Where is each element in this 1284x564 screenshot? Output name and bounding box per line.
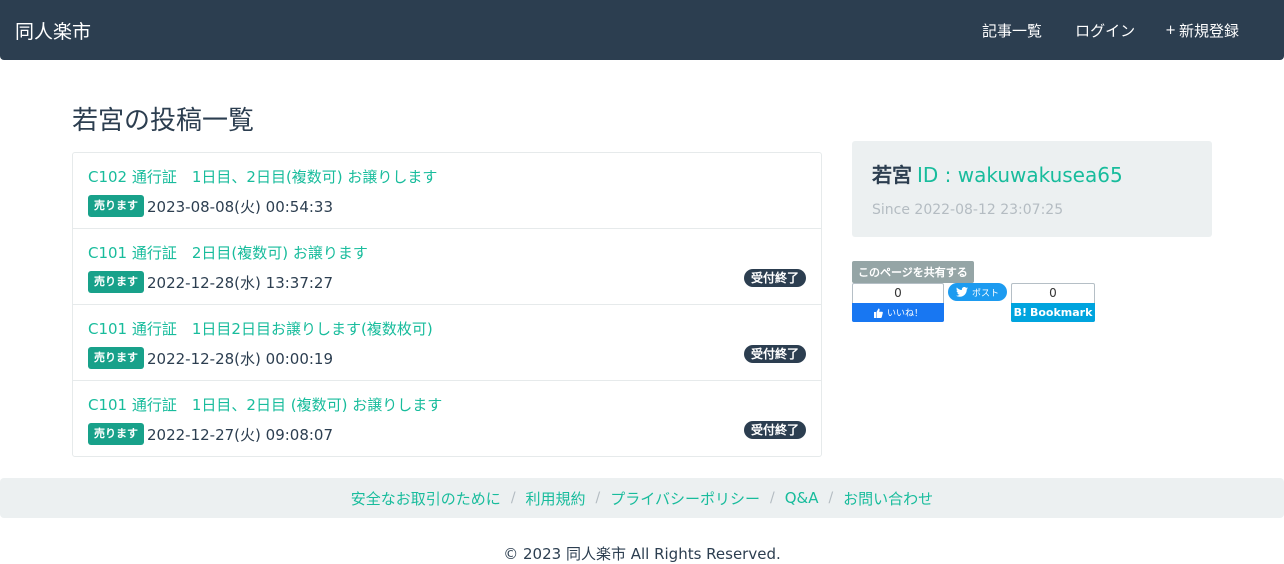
nav-articles-link[interactable]: 記事一覧 — [979, 20, 1042, 41]
nav-articles-label: 記事一覧 — [982, 22, 1043, 40]
hatena-b-icon: B! — [1013, 306, 1027, 319]
sell-badge: 売ります — [88, 347, 144, 369]
post-item: C101 通行証 2日目(複数可) お譲ります 売ります 2022-12-28(… — [73, 229, 821, 305]
sell-badge: 売ります — [88, 423, 144, 445]
post-meta: 売ります 2022-12-28(水) 00:00:19 — [88, 347, 333, 369]
footer-separator: / — [595, 490, 601, 506]
sell-badge: 売ります — [88, 195, 144, 217]
facebook-like-button[interactable]: 0 いいね！ — [852, 283, 944, 322]
brand-logo[interactable]: 同人楽市 — [15, 17, 91, 44]
post-meta: 売ります 2022-12-27(火) 09:08:07 — [88, 423, 333, 445]
profile-card: 若宮 ID : wakuwakusea65 Since 2022-08-12 2… — [852, 141, 1212, 237]
closed-status-badge: 受付終了 — [743, 345, 806, 363]
nav-links: 記事一覧 ログイン + 新規登録 — [979, 20, 1239, 41]
profile-name: 若宮 — [872, 163, 912, 187]
post-date: 2023-08-08(火) 00:54:33 — [147, 197, 334, 216]
share-label: このページを共有する — [852, 261, 974, 283]
page-title: 若宮の投稿一覧 — [72, 106, 255, 136]
post-item: C102 通行証 1日目、2日目(複数可) お譲りします 売ります 2023-0… — [73, 153, 821, 229]
navbar: 同人楽市 記事一覧 ログイン + 新規登録 — [0, 0, 1284, 60]
footer-link-safety[interactable]: 安全なお取引のために — [351, 488, 501, 509]
post-title-link[interactable]: C102 通行証 1日目、2日目(複数可) お譲りします — [88, 166, 437, 187]
nav-register-link[interactable]: + 新規登録 — [1165, 20, 1239, 41]
hatena-bookmark-count: 0 — [1049, 286, 1057, 300]
since-text: Since 2022-08-12 23:07:25 — [872, 202, 1064, 218]
profile-header: 若宮 ID : wakuwakusea65 — [872, 159, 1192, 188]
footer-link-faq[interactable]: Q&A — [785, 489, 819, 507]
post-date: 2022-12-28(水) 13:37:27 — [147, 273, 334, 292]
profile-id: ID : wakuwakusea65 — [917, 163, 1123, 187]
closed-status-badge: 受付終了 — [743, 421, 806, 439]
plus-icon: + — [1165, 23, 1176, 38]
closed-status-badge: 受付終了 — [743, 269, 806, 287]
hatena-bookmark-label: Bookmark — [1029, 306, 1093, 319]
twitter-post-button[interactable]: ポスト — [948, 283, 1007, 301]
post-item: C101 通行証 1日目2日目お譲りします(複数枚可) 売ります 2022-12… — [73, 305, 821, 381]
nav-login-label: ログイン — [1075, 22, 1136, 40]
sell-badge: 売ります — [88, 271, 144, 293]
post-date: 2022-12-28(水) 00:00:19 — [147, 349, 334, 368]
hatena-bookmark-button[interactable]: 0 B! Bookmark — [1011, 283, 1095, 322]
thumbs-up-icon — [873, 308, 883, 318]
post-title-link[interactable]: C101 通行証 1日目、2日目 (複数可) お譲りします — [88, 394, 442, 415]
profile-since: Since 2022-08-12 23:07:25 — [872, 202, 1192, 218]
nav-login-link[interactable]: ログイン — [1072, 20, 1135, 41]
post-date: 2022-12-27(火) 09:08:07 — [147, 425, 334, 444]
copyright: © 2023 同人楽市 All Rights Reserved. — [503, 545, 781, 563]
footer-separator: / — [510, 490, 516, 506]
post-meta: 売ります 2023-08-08(火) 00:54:33 — [88, 195, 333, 217]
facebook-like-action[interactable]: いいね！ — [852, 303, 944, 322]
post-title-link[interactable]: C101 通行証 2日目(複数可) お譲ります — [88, 242, 368, 263]
post-meta: 売ります 2022-12-28(水) 13:37:27 — [88, 271, 333, 293]
footer-separator: / — [828, 490, 834, 506]
nav-register-label: 新規登録 — [1178, 22, 1239, 40]
facebook-like-label: いいね！ — [886, 309, 923, 319]
footer-link-privacy[interactable]: プライバシーポリシー — [610, 488, 760, 509]
post-title-link[interactable]: C101 通行証 1日目2日目お譲りします(複数枚可) — [88, 318, 433, 339]
footer-link-terms[interactable]: 利用規約 — [526, 488, 586, 509]
twitter-bird-icon — [955, 287, 968, 297]
footer-separator: / — [769, 490, 775, 506]
footer-link-contact[interactable]: お問い合わせ — [843, 488, 933, 509]
twitter-post-label: ポスト — [971, 288, 999, 299]
facebook-like-count: 0 — [894, 286, 902, 300]
post-item: C101 通行証 1日目、2日目 (複数可) お譲りします 売ります 2022-… — [73, 381, 821, 456]
hatena-bookmark-action[interactable]: B! Bookmark — [1011, 303, 1095, 322]
footer-links: 安全なお取引のために / 利用規約 / プライバシーポリシー / Q&A / お… — [0, 478, 1284, 518]
post-list: C102 通行証 1日目、2日目(複数可) お譲りします 売ります 2023-0… — [72, 152, 822, 457]
